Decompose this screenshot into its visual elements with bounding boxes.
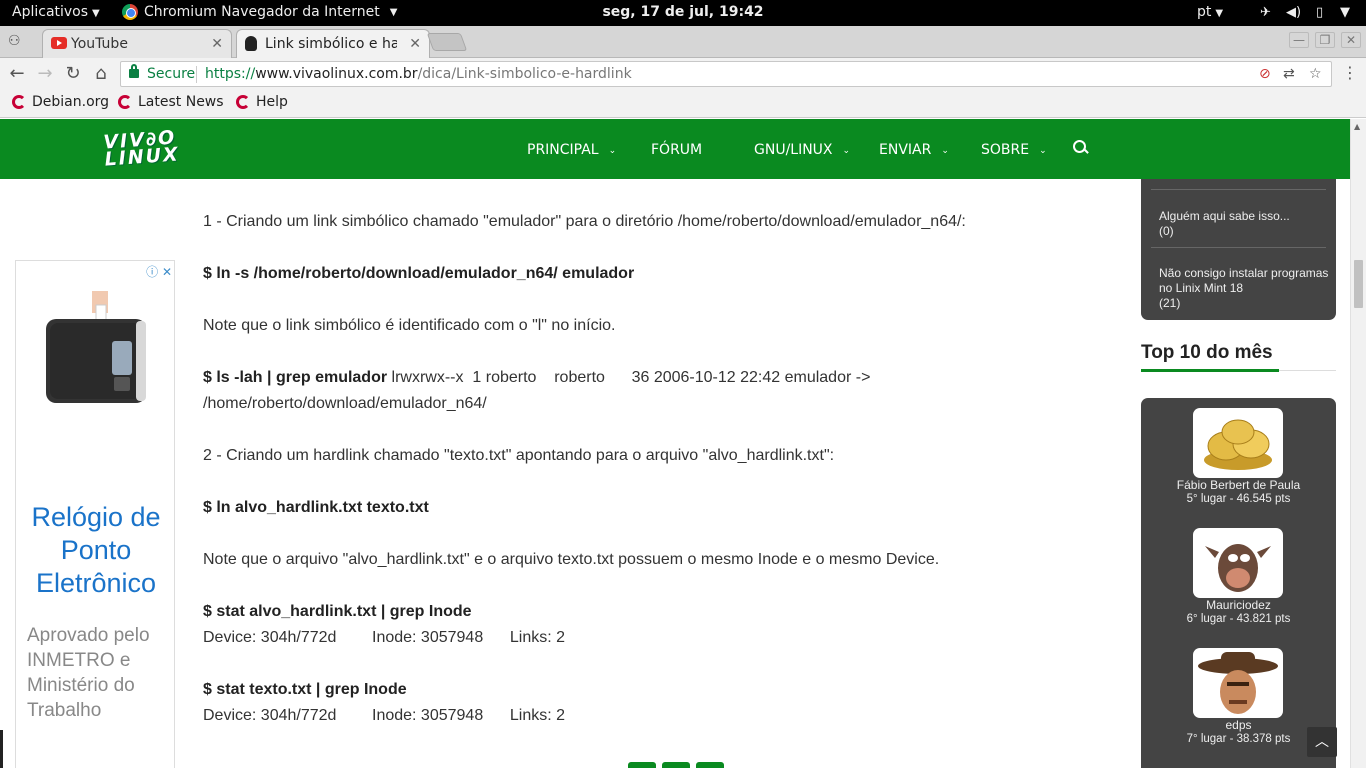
command-output: /home/roberto/download/emulador_n64/ xyxy=(203,395,487,412)
browser-toolbar: ← → ↻ ⌂ Secure https://www.vivaolinux.co… xyxy=(0,58,1366,90)
clock[interactable]: seg, 17 de jul, 19:42 xyxy=(0,4,1366,20)
chevron-down-icon: ⌄ xyxy=(608,146,617,156)
ranking-user-name[interactable]: Mauriciodez xyxy=(1141,598,1336,612)
address-bar[interactable]: Secure https://www.vivaolinux.com.br/dic… xyxy=(120,61,1332,87)
blocked-popup-icon[interactable]: ⊘ xyxy=(1259,66,1271,82)
chrome-menu-icon[interactable]: ⋮ xyxy=(1342,63,1358,82)
tab-link-simbolico[interactable]: Link simbólico e hard ✕ xyxy=(236,29,430,58)
bookmarks-bar: Debian.org Latest News Help xyxy=(0,90,1366,118)
chevron-down-icon: ⌄ xyxy=(842,146,851,156)
debian-icon xyxy=(118,95,132,109)
command-output: Device: 304h/772d Inode: 3057948 Links: … xyxy=(203,629,566,646)
lock-icon[interactable] xyxy=(129,64,139,78)
heading-underline xyxy=(1141,369,1279,372)
close-tab-icon[interactable]: ✕ xyxy=(211,36,223,52)
bookmark-star-icon[interactable]: ☆ xyxy=(1309,66,1322,82)
nav-forum[interactable]: FÓRUM xyxy=(651,142,702,158)
ad-choices-icon[interactable]: ⓘ ✕ xyxy=(146,263,172,280)
site-header: VIV∂O LINUX PRINCIPAL ⌄ FÓRUM GNU/LINUX ⌄ E… xyxy=(0,119,1350,179)
chevron-down-icon: ⌄ xyxy=(941,146,949,156)
nav-gnu-linux[interactable]: GNU/LINUX ⌄ xyxy=(754,142,850,158)
reload-button[interactable]: ↻ xyxy=(62,63,84,84)
ranking-user-points: 5° lugar - 46.545 pts xyxy=(1186,493,1291,505)
article-paragraph: Note que o arquivo "alvo_hardlink.txt" e… xyxy=(203,551,940,568)
restore-button[interactable]: ❐ xyxy=(1315,32,1335,48)
article-paragraph: 2 - Criando um hardlink chamado "texto.t… xyxy=(203,447,835,464)
desktop-edge xyxy=(0,730,3,768)
caret-down-icon: ▼ xyxy=(1215,8,1224,19)
forum-topics-box: Alguém aqui sabe isso... (0) Não consigo … xyxy=(1141,179,1336,320)
divider xyxy=(196,66,197,83)
tasmanian-devil-icon[interactable] xyxy=(1193,528,1283,598)
command-output: Device: 304h/772d Inode: 3057948 Links: … xyxy=(203,707,566,724)
search-icon[interactable] xyxy=(1073,140,1088,155)
debian-icon xyxy=(12,95,26,109)
vertical-scrollbar[interactable]: ▲ xyxy=(1350,119,1366,768)
minimize-button[interactable]: — xyxy=(1289,32,1309,48)
cowboy-icon[interactable] xyxy=(1193,648,1283,718)
cowboy-icon xyxy=(1198,652,1278,714)
scroll-up-arrow-icon[interactable]: ▲ xyxy=(1354,122,1360,131)
scrollbar-thumb[interactable] xyxy=(1354,260,1363,308)
chevron-down-icon: ⌄ xyxy=(1039,146,1047,156)
nav-sobre[interactable]: SOBRE ⌄ xyxy=(981,142,1047,158)
divider xyxy=(1279,370,1336,371)
share-button[interactable] xyxy=(628,762,656,768)
command-output: $ ls -lah | grep emulador lrwxrwx--x 1 r… xyxy=(203,369,871,386)
debian-icon xyxy=(236,95,250,109)
tab-youtube[interactable]: YouTube ✕ xyxy=(42,29,232,58)
forum-topic-link[interactable]: Alguém aqui sabe isso... (0) xyxy=(1159,209,1329,239)
command-line: $ stat texto.txt | grep Inode xyxy=(203,681,407,698)
time-clock-device-image xyxy=(46,291,146,403)
close-window-button[interactable]: ✕ xyxy=(1341,32,1361,48)
volume-icon[interactable]: ◀) xyxy=(1286,5,1301,20)
url-text[interactable]: https://www.vivaolinux.com.br/dica/Link-… xyxy=(205,66,632,82)
article-paragraph: Note que o link simbólico é identificado… xyxy=(203,317,616,334)
ranking-box: Fábio Berbert de Paula 5° lugar - 46.545… xyxy=(1141,398,1336,768)
scroll-to-top-button[interactable]: ︿ xyxy=(1307,727,1337,757)
command-line: $ ln -s /home/roberto/download/emulador_… xyxy=(203,265,635,282)
tab-strip: ⚇ YouTube ✕ Link simbólico e hard ✕ — ❐ … xyxy=(0,26,1366,58)
gnome-top-bar: Aplicativos ▼ Chromium Navegador da Inter… xyxy=(0,0,1366,26)
divider xyxy=(1151,189,1326,190)
youtube-icon xyxy=(51,37,67,49)
forward-button[interactable]: → xyxy=(34,63,56,84)
tux-icon xyxy=(245,36,257,51)
command-line: $ ln alvo_hardlink.txt texto.txt xyxy=(203,499,429,516)
forum-topic-link[interactable]: Não consigo instalar programas no Linix … xyxy=(1159,266,1329,311)
translate-icon[interactable]: ⇄ xyxy=(1283,66,1295,82)
bookmark-help[interactable]: Help xyxy=(236,94,288,110)
language-indicator[interactable]: pt ▼ xyxy=(1197,4,1223,20)
command-line: $ stat alvo_hardlink.txt | grep Inode xyxy=(203,603,472,620)
ranking-user-points: 6° lugar - 43.821 pts xyxy=(1186,613,1291,625)
ranking-user-name[interactable]: Fábio Berbert de Paula xyxy=(1141,478,1336,492)
bookmark-latest-news[interactable]: Latest News xyxy=(118,94,224,110)
tab-search-icon[interactable]: ⚇ xyxy=(8,33,21,49)
back-button[interactable]: ← xyxy=(6,63,28,84)
nav-principal[interactable]: PRINCIPAL ⌄ xyxy=(527,142,616,158)
advertisement[interactable]: ⓘ ✕ Relógio de Ponto Eletrônico Aprovado… xyxy=(15,260,175,768)
ad-title[interactable]: Relógio de Ponto Eletrônico xyxy=(16,501,176,600)
secure-label[interactable]: Secure xyxy=(147,66,195,82)
new-tab-button[interactable] xyxy=(426,33,468,51)
caret-down-icon[interactable]: ▼ xyxy=(1340,5,1350,20)
bookmark-debian[interactable]: Debian.org xyxy=(12,94,109,110)
share-button[interactable] xyxy=(696,762,724,768)
airplane-mode-icon[interactable]: ✈ xyxy=(1260,5,1271,20)
battery-icon[interactable]: ▯ xyxy=(1316,5,1323,20)
home-button[interactable]: ⌂ xyxy=(90,63,112,84)
article-paragraph: 1 - Criando um link simbólico chamado "e… xyxy=(203,213,966,230)
share-button[interactable] xyxy=(662,762,690,768)
coins-icon xyxy=(1204,419,1272,470)
coins-icon[interactable] xyxy=(1193,408,1283,478)
top10-heading: Top 10 do mês xyxy=(1141,342,1273,363)
tasmanian-devil-icon xyxy=(1205,544,1271,592)
ad-body: Aprovado pelo INMETRO e Ministério do Tr… xyxy=(27,625,150,721)
site-logo[interactable]: VIV∂O LINUX xyxy=(103,127,181,171)
close-tab-icon[interactable]: ✕ xyxy=(409,36,421,52)
nav-enviar[interactable]: ENVIAR ⌄ xyxy=(879,142,949,158)
divider xyxy=(1151,247,1326,248)
page-viewport: 1 - Criando um link simbólico chamado "e… xyxy=(0,119,1350,768)
